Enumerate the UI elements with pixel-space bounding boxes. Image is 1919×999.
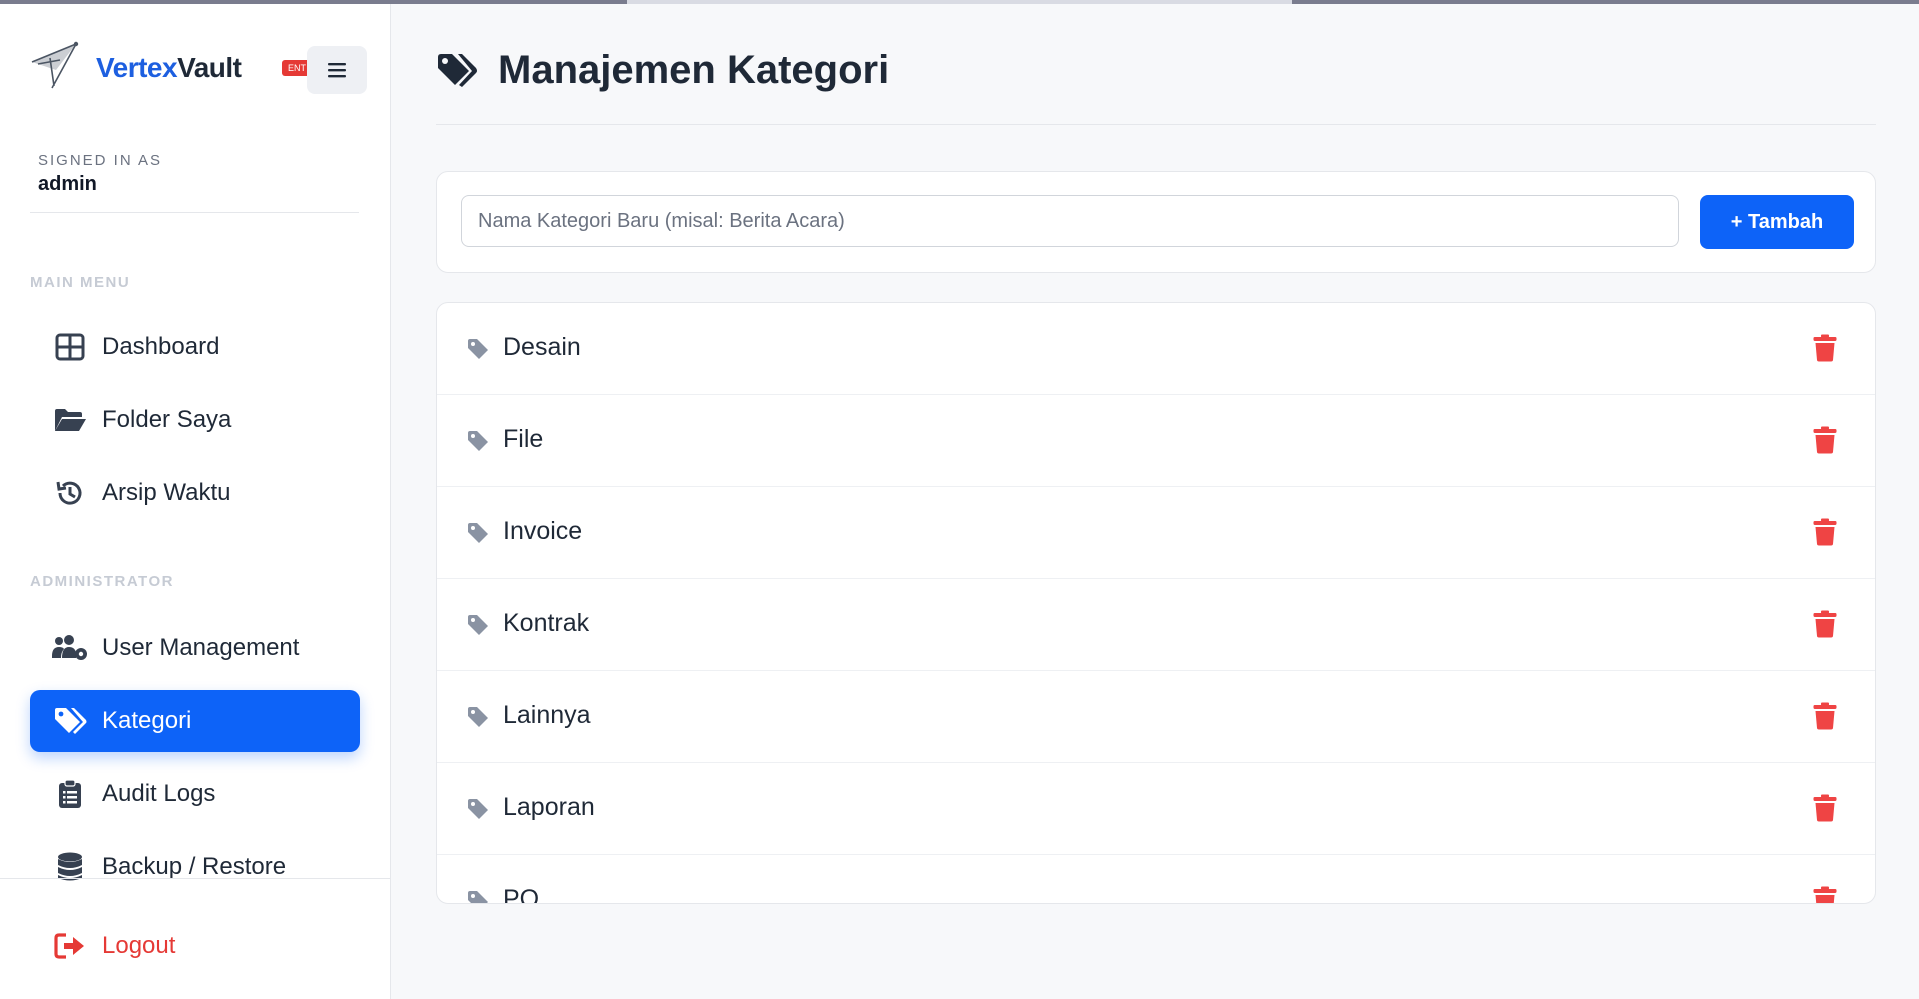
trash-icon [1813,426,1837,454]
delete-category-button[interactable] [1811,333,1839,363]
trash-icon [1813,610,1837,638]
sidebar-item-label: Kategori [102,707,192,734]
sidebar-item-dashboard[interactable]: Dashboard [30,316,360,378]
main-menu-heading: MAIN MENU [30,274,131,291]
brand-name: VertexVault [96,52,242,84]
brand: VertexVault ENT [30,40,370,94]
category-row: Desain [437,303,1875,395]
menu-toggle-button[interactable] [307,46,367,94]
sidebar-item-kategori[interactable]: Kategori [30,690,360,752]
sidebar-footer-divider [0,878,390,879]
category-name: File [503,425,544,453]
tag-icon [467,890,489,903]
category-name: Desain [503,333,581,361]
add-category-button[interactable]: + Tambah [1700,195,1854,249]
hamburger-icon [328,63,346,78]
logout-label: Logout [102,932,176,959]
category-name: Lainnya [503,701,591,729]
trash-icon [1813,702,1837,730]
category-row: Laporan [437,763,1875,855]
signed-in-username: admin [38,173,97,195]
delete-category-button[interactable] [1811,517,1839,547]
category-row: Invoice [437,487,1875,579]
sidebar-item-label: User Management [102,634,300,661]
title-divider [436,124,1876,125]
category-row: Lainnya [437,671,1875,763]
category-list: Desain File Invoice Kontrak Lainnya Laporan PO [436,302,1876,904]
dashboard-grid-icon [50,331,90,363]
sidebar-item-label: Audit Logs [102,780,216,807]
category-name: Invoice [503,517,583,545]
sidebar-item-label: Arsip Waktu [102,479,231,506]
delete-category-button[interactable] [1811,701,1839,731]
tags-icon [438,53,477,87]
sidebar-item-user-management[interactable]: User Management [30,617,360,679]
tags-icon [50,705,90,737]
category-row: PO [437,855,1875,904]
history-icon [50,477,90,509]
category-row: File [437,395,1875,487]
delete-category-button[interactable] [1811,793,1839,823]
category-name: PO [503,885,540,904]
vertexvault-logo-icon [31,41,79,89]
add-category-form: + Tambah [436,171,1876,273]
trash-icon [1813,794,1837,822]
tag-icon [467,522,489,549]
sidebar-item-arsip-waktu[interactable]: Arsip Waktu [30,462,360,524]
tag-icon [467,614,489,641]
trash-icon [1813,334,1837,362]
folder-open-icon [50,404,90,436]
tag-icon [467,706,489,733]
signed-in-label: SIGNED IN AS [38,152,163,169]
trash-icon [1813,886,1837,903]
page-title: Manajemen Kategori [498,48,890,92]
sidebar-item-label: Folder Saya [102,406,232,433]
sidebar-item-label: Dashboard [102,333,220,360]
sidebar-item-folder-saya[interactable]: Folder Saya [30,389,360,451]
sidebar-item-audit-logs[interactable]: Audit Logs [30,763,360,825]
page-header: Manajemen Kategori [436,48,889,93]
category-name: Kontrak [503,609,590,637]
delete-category-button[interactable] [1811,885,1839,903]
tag-icon [467,798,489,825]
administrator-heading: ADMINISTRATOR [30,573,174,590]
sidebar-divider [30,212,359,213]
signed-in-info: SIGNED IN AS admin [38,152,162,196]
logout-button[interactable]: Logout [30,915,360,977]
sign-out-icon [50,930,90,962]
brand-name-vault: Vault [177,52,242,83]
clipboard-list-icon [50,778,90,810]
delete-category-button[interactable] [1811,609,1839,639]
sidebar-item-backup-restore[interactable]: Backup / Restore [30,836,360,898]
tag-icon [467,338,489,365]
delete-category-button[interactable] [1811,425,1839,455]
tag-icon [467,430,489,457]
trash-icon [1813,518,1837,546]
category-name: Laporan [503,793,595,821]
brand-name-vertex: Vertex [96,52,178,83]
category-row: Kontrak [437,579,1875,671]
new-category-input[interactable] [461,195,1679,247]
sidebar: VertexVault ENT SIGNED IN AS admin MAIN … [0,4,391,999]
sidebar-item-label: Backup / Restore [102,853,287,880]
users-gear-icon [50,632,90,664]
